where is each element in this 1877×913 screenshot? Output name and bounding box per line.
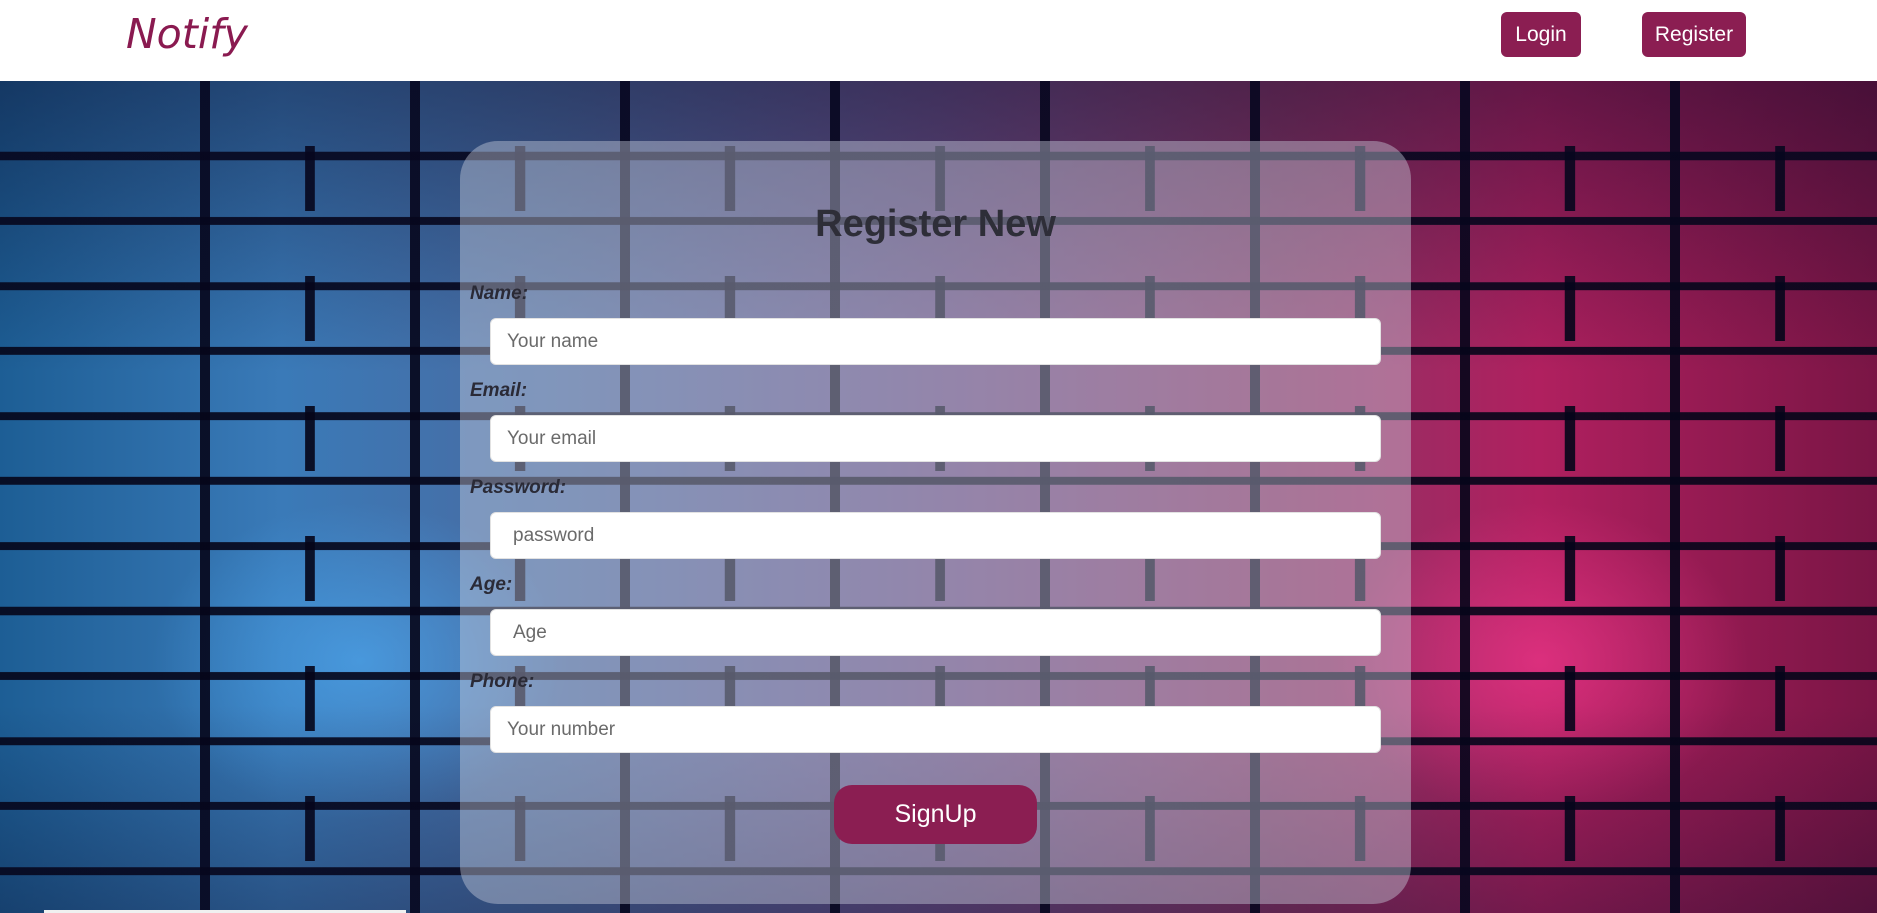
phone-input[interactable] (490, 706, 1381, 753)
register-button[interactable]: Register (1642, 12, 1746, 57)
password-label: Password: (470, 477, 567, 498)
brand-logo[interactable]: Notify (126, 10, 248, 58)
name-label: Name: (470, 283, 529, 304)
age-label: Age: (470, 574, 513, 595)
phone-label: Phone: (470, 671, 535, 692)
navbar: Notify Login Register (0, 0, 1877, 81)
name-input[interactable] (490, 318, 1381, 365)
signup-button[interactable]: SignUp (834, 785, 1037, 844)
email-input[interactable] (490, 415, 1381, 462)
register-card: Register New Name: Email: Password: Age:… (460, 141, 1411, 904)
register-title: Register New (815, 203, 1056, 245)
password-input[interactable] (490, 512, 1381, 559)
login-button[interactable]: Login (1501, 12, 1581, 57)
email-label: Email: (470, 380, 528, 401)
age-input[interactable] (490, 609, 1381, 656)
